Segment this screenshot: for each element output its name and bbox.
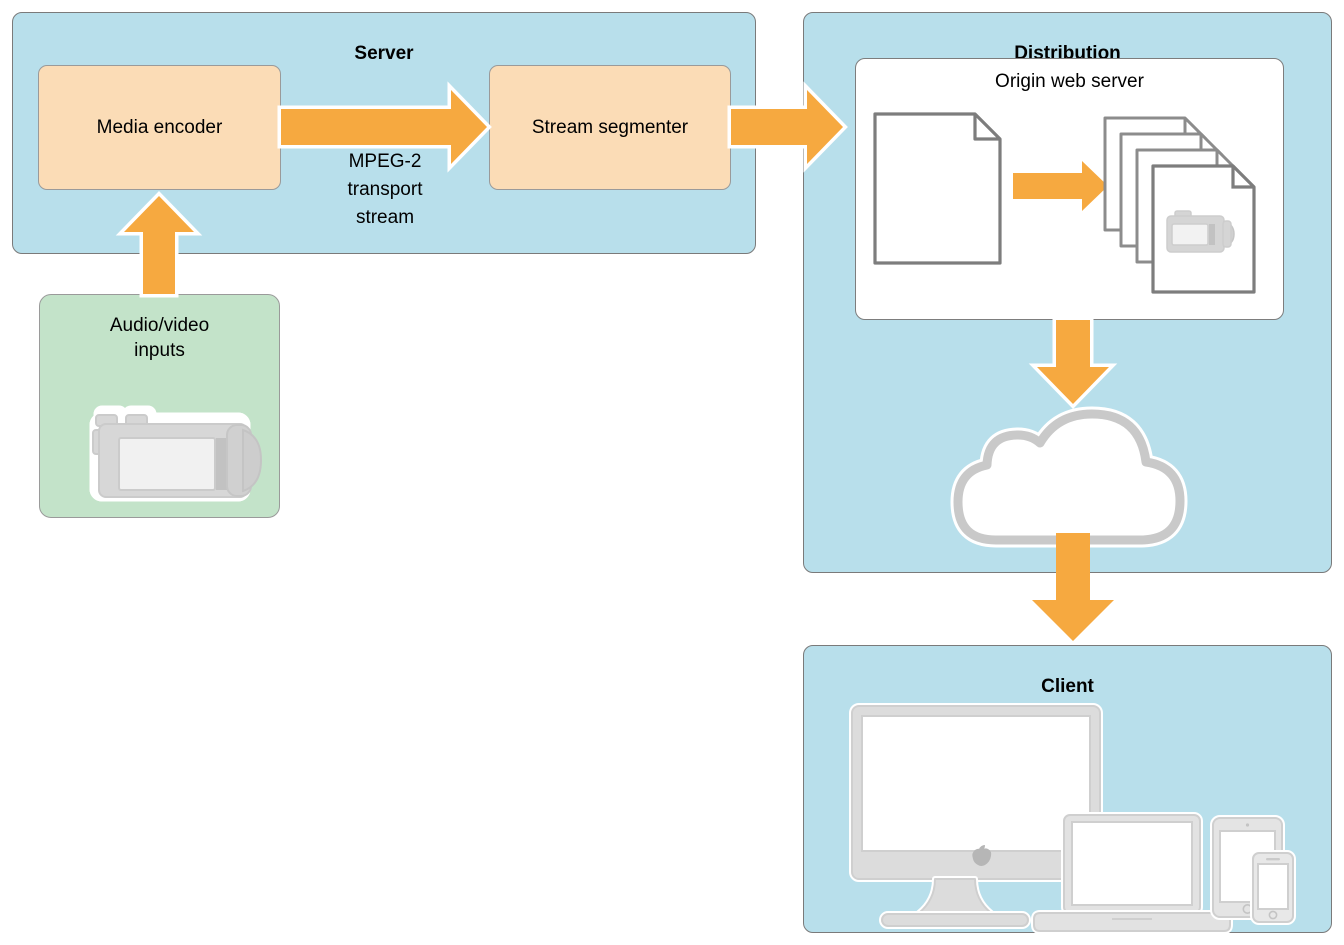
ts-extension-text: .ts <box>1187 253 1209 274</box>
index-file-line-1: Index <box>908 171 956 192</box>
panel-client-title: Client <box>1041 676 1094 697</box>
panel-client: Client <box>803 645 1332 933</box>
audio-video-inputs-label: Audio/video inputs <box>40 313 279 363</box>
media-encoder-box[interactable]: Media encoder <box>38 65 281 190</box>
diagram-canvas: Server Media encoder Stream segmenter MP… <box>0 0 1344 945</box>
inputs-line-2: inputs <box>134 340 185 361</box>
mpeg-line-3: stream <box>355 207 415 228</box>
mpeg2-transport-stream-label: MPEG-2 transport stream <box>295 148 475 232</box>
index-file-line-2: file <box>919 196 945 217</box>
inputs-line-1: Audio/video <box>109 315 210 336</box>
http-label-text: HTTP <box>1047 479 1097 500</box>
mpeg-line-1: MPEG-2 <box>348 151 422 172</box>
index-file-label: Index file <box>872 169 992 219</box>
audio-video-inputs-box[interactable]: Audio/video inputs <box>39 294 280 518</box>
media-encoder-label: Media encoder <box>96 116 223 138</box>
panel-server-title: Server <box>354 43 414 64</box>
mpeg-line-2: transport <box>347 179 423 200</box>
http-cloud-label: HTTP <box>1002 479 1142 501</box>
stream-segmenter-box[interactable]: Stream segmenter <box>489 65 731 190</box>
stream-segmenter-label: Stream segmenter <box>531 116 689 138</box>
ts-segment-label: .ts <box>1150 251 1246 276</box>
origin-web-server-label: Origin web server <box>995 71 1144 92</box>
